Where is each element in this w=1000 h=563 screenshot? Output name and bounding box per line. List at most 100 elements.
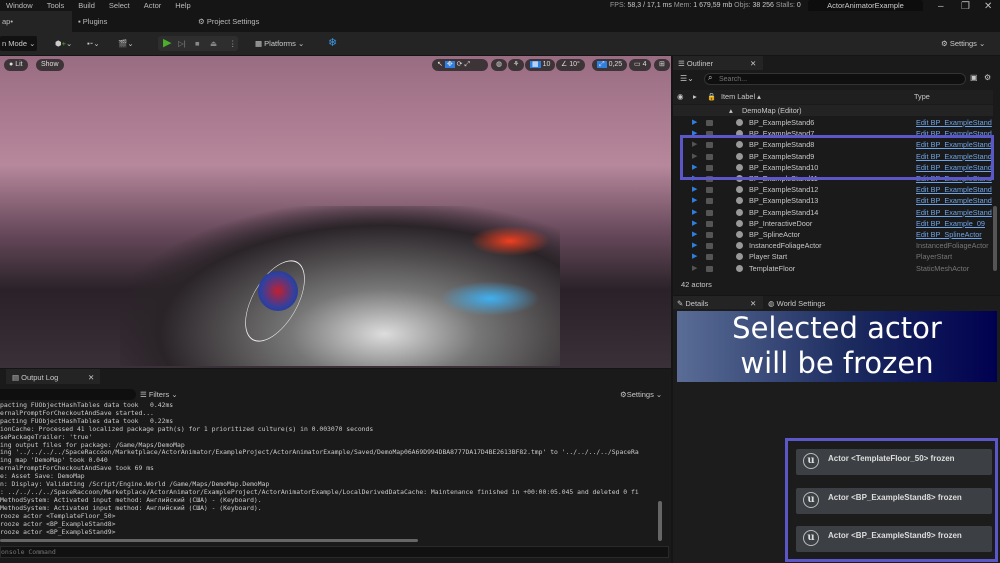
outliner-row[interactable]: ▶ TemplateFloor StaticMeshActor — [673, 263, 993, 274]
lit-button[interactable]: ● Lit — [4, 59, 28, 71]
outliner-root[interactable]: ▴ DemoMap (Editor) — [673, 105, 993, 116]
expand-arrow-icon[interactable]: ▶ — [692, 229, 697, 240]
settings-icon: ⚙ — [198, 17, 207, 26]
outliner-row[interactable]: ▶ BP_InteractiveDoor Edit BP_Example_09 — [673, 218, 993, 229]
menu-item[interactable]: Tools — [47, 1, 65, 10]
add-folder-icon[interactable]: ▣ — [970, 73, 978, 82]
row-type[interactable]: Edit BP_Example_09 — [916, 218, 985, 229]
expand-arrow-icon[interactable]: ▶ — [692, 195, 697, 206]
actor-icon — [736, 231, 743, 238]
row-type[interactable]: Edit BP_SplineActor — [916, 229, 982, 240]
tab-project-settings[interactable]: ⚙ Project Settings — [198, 11, 259, 32]
outliner-row[interactable]: ▶ InstancedFoliageActor InstancedFoliageAc… — [673, 240, 993, 251]
menu-item[interactable]: Select — [109, 1, 130, 10]
settings-button[interactable]: ⚙ Settings ⌄ — [941, 36, 985, 51]
expand-arrow-icon[interactable]: ▶ — [692, 218, 697, 229]
pin-icon[interactable]: ▸ — [693, 90, 697, 104]
more-icon[interactable]: ⋮ — [229, 36, 237, 51]
menu-item[interactable]: Help — [175, 1, 190, 10]
stop-icon[interactable]: ■ — [195, 36, 200, 51]
camera-speed-button[interactable]: ▭ 4 — [629, 59, 652, 71]
lock-icon[interactable] — [706, 220, 713, 227]
tab-plugins[interactable]: ▪ Plugins — [78, 11, 107, 32]
unreal-logo-icon: u — [803, 530, 819, 546]
row-type[interactable]: Edit BP_ExampleStand — [916, 184, 992, 195]
play-icon[interactable]: ▶ — [163, 36, 171, 51]
lock-icon[interactable]: 🔒 — [707, 90, 716, 104]
banner-line-1: Selected actor — [732, 311, 942, 345]
menu-item[interactable]: Build — [78, 1, 95, 10]
tab-map[interactable]: ap• — [0, 11, 72, 32]
outliner-scrollbar[interactable] — [993, 206, 997, 271]
expand-arrow-icon[interactable]: ▶ — [692, 117, 697, 128]
mode-dropdown[interactable]: n Mode ⌄ — [0, 36, 37, 51]
surface-snap-icon[interactable]: ⚘ — [508, 59, 525, 71]
lock-icon[interactable] — [706, 232, 713, 238]
filter-icon[interactable]: ☰⌄ — [680, 74, 694, 83]
row-type[interactable]: Edit BP_ExampleStand — [916, 195, 992, 206]
grid-snap-button[interactable]: ▦ 10 — [525, 59, 556, 71]
rotation-snap-button[interactable]: ∠ 10° — [556, 59, 585, 71]
platforms-button[interactable]: ▦ Platforms ⌄ — [255, 36, 304, 51]
expand-arrow-icon[interactable]: ▶ — [692, 184, 697, 195]
row-label: BP_InteractiveDoor — [749, 218, 813, 228]
close-tab-icon[interactable]: ✕ — [88, 373, 94, 382]
lit-label: Lit — [15, 61, 23, 68]
lock-icon[interactable] — [706, 254, 713, 261]
advance-frame-icon[interactable]: ▷| — [178, 36, 186, 51]
show-button[interactable]: Show — [36, 59, 64, 71]
outliner-search-input[interactable] — [704, 73, 966, 85]
log-search-input[interactable] — [0, 389, 136, 400]
lock-icon[interactable] — [706, 209, 713, 216]
add-actor-icon[interactable]: ⬢+⌄ — [55, 36, 72, 51]
column-item-label[interactable]: Item Label ▴ — [721, 90, 761, 104]
outliner-row[interactable]: ▶ BP_ExampleStand6 Edit BP_ExampleStand — [673, 117, 993, 128]
expand-arrow-icon[interactable]: ▶ — [692, 263, 697, 274]
column-type[interactable]: Type — [914, 90, 930, 104]
lock-icon[interactable] — [706, 120, 713, 126]
outliner-row[interactable]: ▶ BP_ExampleStand13 Edit BP_ExampleStand — [673, 195, 993, 206]
outliner-row[interactable]: ▶ BP_ExampleStand12 Edit BP_ExampleStand — [673, 184, 993, 195]
tab-outliner[interactable]: ☰ Outliner ✕ — [673, 56, 763, 70]
fps-value: 58,3 — [627, 2, 642, 9]
expand-arrow-icon[interactable]: ▶ — [692, 207, 697, 218]
blueprint-icon[interactable]: ▪⁃⌄ — [87, 36, 100, 51]
transform-tools[interactable]: ↖ ✥ ⟳ ⤢ — [432, 59, 488, 71]
close-tab-icon[interactable]: ✕ — [750, 299, 756, 308]
visibility-icon[interactable]: ◉ — [677, 90, 683, 104]
lock-icon[interactable] — [706, 198, 713, 205]
expand-arrow-icon[interactable]: ▶ — [692, 240, 697, 251]
menu-item[interactable]: Window — [6, 1, 33, 10]
tab-details[interactable]: ✎ Details ✕ — [673, 296, 763, 309]
snowflake-icon[interactable]: ❄ — [328, 36, 337, 51]
layout-icon[interactable]: ⊞ — [654, 59, 670, 71]
log-vscrollbar[interactable] — [658, 501, 662, 541]
scale-snap-button[interactable]: ⤢ 0,25 — [592, 59, 628, 71]
console-command-input[interactable] — [0, 546, 669, 558]
outliner-row[interactable]: ▶ Player Start PlayerStart — [673, 251, 993, 262]
platforms-icon: ▦ — [255, 39, 265, 48]
tab-world-settings[interactable]: ◍ World Settings — [768, 299, 825, 308]
log-settings-button[interactable]: ⚙Settings ⌄ — [620, 390, 662, 399]
row-type[interactable]: Edit BP_ExampleStand — [916, 117, 992, 128]
tab-output-log[interactable]: ▤ Output Log ✕ — [6, 369, 100, 384]
expand-arrow-icon[interactable]: ▶ — [692, 251, 697, 262]
cinematics-icon[interactable]: 🎬⌄ — [118, 36, 134, 51]
log-hscrollbar[interactable] — [0, 539, 418, 542]
gear-icon[interactable]: ⚙ — [984, 73, 991, 82]
actor-icon — [736, 208, 743, 216]
close-tab-icon[interactable]: ✕ — [750, 59, 756, 68]
fps-label: FPS: — [610, 2, 626, 9]
angle-icon: ∠ — [561, 61, 570, 68]
menu-item[interactable]: Actor — [144, 1, 162, 10]
lock-icon[interactable] — [706, 187, 713, 194]
eject-icon[interactable]: ⏏ — [210, 36, 217, 51]
world-local-icon[interactable]: ◍ — [491, 59, 508, 71]
outliner-row[interactable]: ▶ BP_SplineActor Edit BP_SplineActor — [673, 229, 993, 240]
lock-icon[interactable] — [706, 265, 713, 272]
filters-button[interactable]: ☰ Filters ⌄ — [140, 390, 178, 399]
level-viewport[interactable]: ● Lit Show ↖ ✥ ⟳ ⤢ ◍ ⚘ ▦ 10 ∠ 10° ⤢ 0,25… — [0, 56, 671, 368]
lock-icon[interactable] — [706, 243, 713, 250]
row-type[interactable]: Edit BP_ExampleStand — [916, 207, 992, 218]
outliner-row[interactable]: ▶ BP_ExampleStand14 Edit BP_ExampleStand — [673, 207, 993, 218]
